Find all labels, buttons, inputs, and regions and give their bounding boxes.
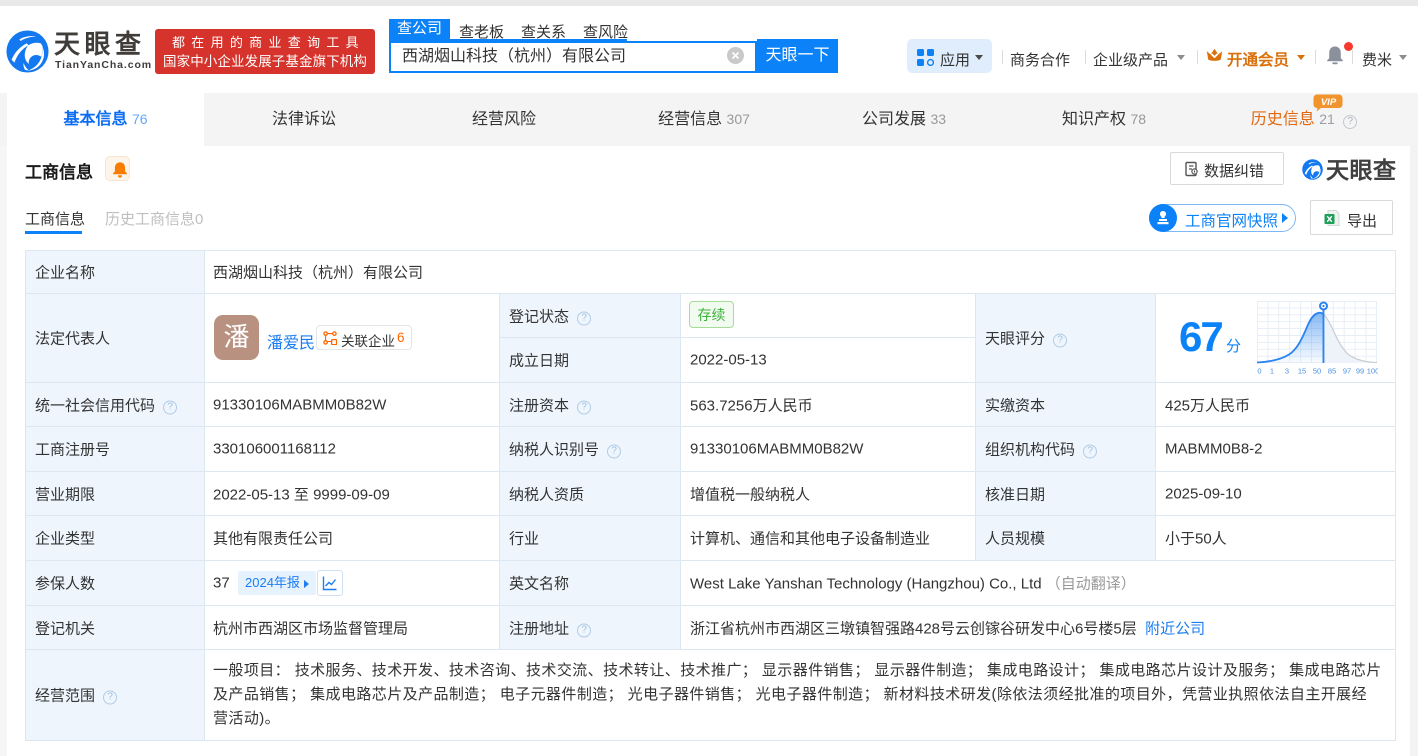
svg-text:VIP: VIP bbox=[1321, 97, 1337, 108]
svg-text:50: 50 bbox=[1313, 367, 1321, 376]
svg-text:1: 1 bbox=[1270, 367, 1274, 376]
svg-text:3: 3 bbox=[1285, 367, 1289, 376]
svg-text:85: 85 bbox=[1328, 367, 1336, 376]
svg-text:15: 15 bbox=[1298, 367, 1306, 376]
svg-text:99: 99 bbox=[1356, 367, 1364, 376]
svg-text:100: 100 bbox=[1367, 367, 1378, 376]
svg-text:97: 97 bbox=[1343, 367, 1351, 376]
svg-text:0: 0 bbox=[1257, 367, 1261, 376]
